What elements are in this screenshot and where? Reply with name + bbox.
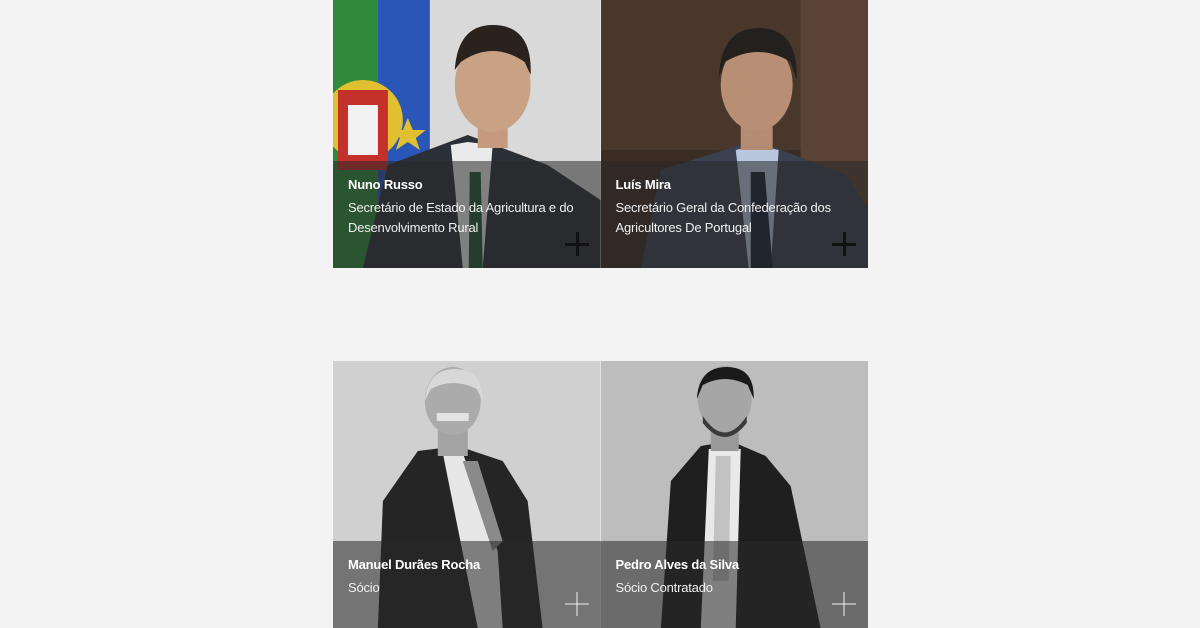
person-info: Pedro Alves da Silva Sócio Contratado (600, 541, 868, 628)
person-name: Manuel Durães Rocha (348, 557, 481, 572)
person-card-luis-mira[interactable]: Luís Mira Secretário Geral da Confederaç… (600, 0, 868, 268)
person-card-nuno-russo[interactable]: Nuno Russo Secretário de Estado da Agric… (333, 0, 601, 268)
expand-plus-icon[interactable] (564, 232, 589, 256)
person-card-manuel-duraes-rocha[interactable]: Manuel Durães Rocha Sócio (333, 361, 601, 628)
person-info: Nuno Russo Secretário de Estado da Agric… (333, 161, 601, 268)
person-role: Sócio Contratado (615, 580, 713, 595)
person-name: Nuno Russo (348, 177, 423, 192)
expand-plus-icon[interactable] (832, 592, 856, 616)
speakers-grid: Nuno Russo Secretário de Estado da Agric… (333, 0, 868, 268)
expand-plus-icon[interactable] (564, 592, 589, 616)
person-name: Luís Mira (615, 177, 671, 192)
expand-plus-icon[interactable] (832, 232, 856, 256)
person-info: Manuel Durães Rocha Sócio (333, 541, 601, 628)
person-role: Sócio (348, 580, 380, 595)
person-info: Luís Mira Secretário Geral da Confederaç… (600, 161, 868, 268)
person-card-pedro-alves-da-silva[interactable]: Pedro Alves da Silva Sócio Contratado (600, 361, 868, 628)
partners-grid: Manuel Durães Rocha Sócio Pedro Alves da… (333, 361, 868, 628)
person-name: Pedro Alves da Silva (615, 557, 740, 572)
person-role: Secretário Geral da Confederação dos Agr… (615, 200, 832, 235)
person-role: Secretário de Estado da Agricultura e do… (348, 200, 574, 235)
